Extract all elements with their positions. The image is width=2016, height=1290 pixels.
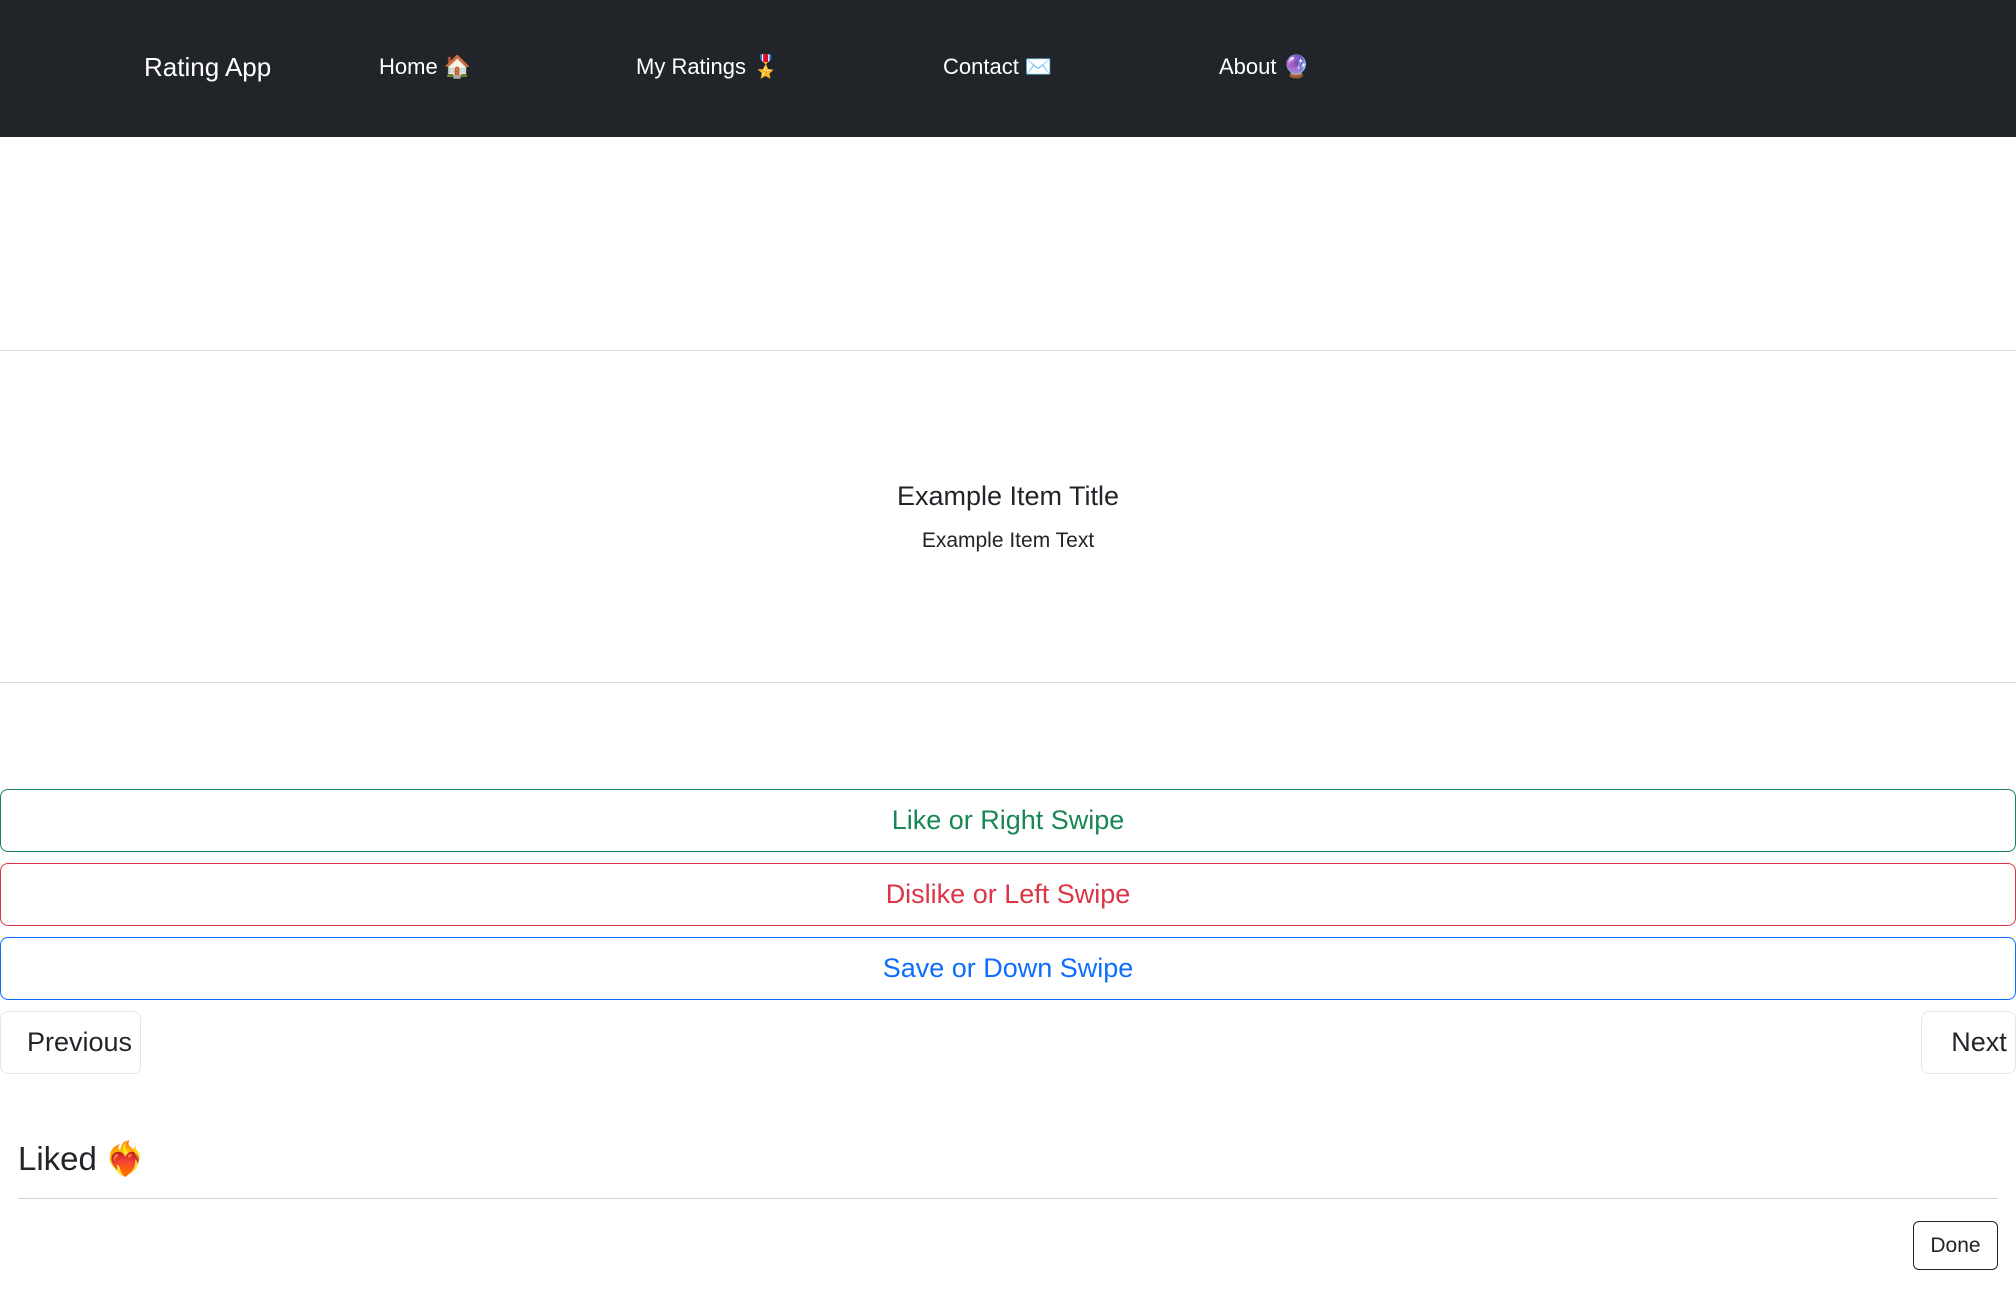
- dislike-button[interactable]: Dislike or Left Swipe: [0, 863, 2016, 926]
- done-button[interactable]: Done: [1913, 1221, 1998, 1270]
- previous-button[interactable]: Previous: [0, 1011, 141, 1074]
- top-navbar: Rating App Home 🏠 My Ratings 🎖️ Contact ✉️ …: [0, 0, 2016, 137]
- nav-about-link[interactable]: About 🔮: [1219, 52, 1310, 82]
- nav-my-ratings-label: My Ratings: [636, 54, 747, 79]
- crystal-ball-icon: 🔮: [1282, 54, 1310, 79]
- nav-contact-link[interactable]: Contact ✉️: [943, 52, 1052, 82]
- medal-icon: 🎖️: [752, 54, 780, 79]
- item-text: Example Item Text: [921, 529, 1095, 552]
- nav-about-label: About: [1219, 54, 1277, 79]
- like-button[interactable]: Like or Right Swipe: [0, 789, 2016, 852]
- house-icon: 🏠: [443, 54, 472, 79]
- envelope-icon: ✉️: [1024, 54, 1053, 79]
- heart-on-fire-icon: ❤️‍🔥: [104, 1140, 146, 1177]
- item-title: Example Item Title: [896, 481, 1120, 511]
- nav-contact-label: Contact: [943, 54, 1019, 79]
- nav-my-ratings-link[interactable]: My Ratings 🎖️: [636, 52, 779, 82]
- nav-home-label: Home: [379, 54, 438, 79]
- liked-section-title: Liked ❤️‍🔥: [18, 1137, 146, 1181]
- brand-logo-text[interactable]: Rating App: [144, 50, 271, 84]
- next-button[interactable]: Next: [1921, 1011, 2016, 1074]
- nav-home-link[interactable]: Home 🏠: [379, 52, 471, 82]
- liked-section-label: Liked: [18, 1140, 97, 1177]
- item-card[interactable]: Example Item Title Example Item Text: [0, 350, 2016, 683]
- section-divider: [18, 1198, 1998, 1199]
- save-button[interactable]: Save or Down Swipe: [0, 937, 2016, 1000]
